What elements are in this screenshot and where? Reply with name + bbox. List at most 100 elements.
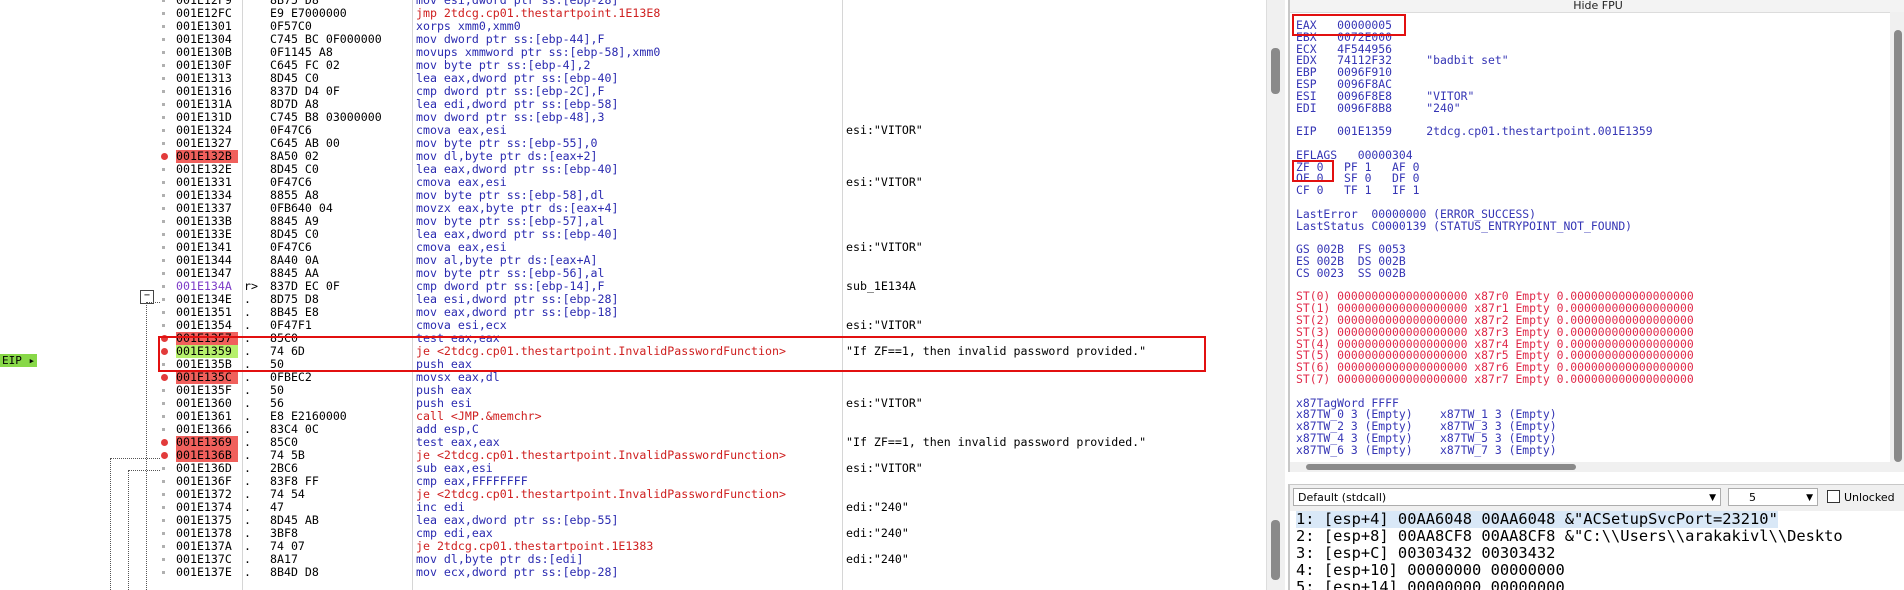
line-marker-icon[interactable] bbox=[162, 12, 165, 15]
line-marker-icon[interactable] bbox=[162, 77, 165, 80]
line-marker-icon[interactable] bbox=[162, 207, 165, 210]
disassembly-pane[interactable]: 001E12F9 8B75 D8 mov esi,dword ptr ss:[ebp… bbox=[0, 0, 1288, 590]
line-marker-icon[interactable] bbox=[162, 402, 165, 405]
instruction-comment[interactable]: edi:"240" bbox=[846, 527, 909, 540]
instruction-address[interactable]: 001E137E bbox=[176, 566, 238, 579]
line-marker-icon[interactable] bbox=[162, 285, 165, 288]
register-line[interactable]: CS 0023 SS 002B bbox=[1296, 267, 1406, 279]
line-marker-icon[interactable] bbox=[162, 25, 165, 28]
line-marker-icon[interactable] bbox=[162, 142, 165, 145]
instruction-text[interactable]: mov ecx,dword ptr ss:[ebp-28] bbox=[416, 566, 618, 579]
instruction-comment[interactable]: esi:"VITOR" bbox=[846, 176, 923, 189]
line-marker-icon[interactable] bbox=[162, 168, 165, 171]
line-marker-icon[interactable] bbox=[162, 415, 165, 418]
line-marker-icon[interactable] bbox=[162, 0, 165, 2]
hide-fpu-button[interactable]: Hide FPU bbox=[1290, 0, 1904, 13]
line-marker-icon[interactable] bbox=[162, 480, 165, 483]
line-marker-icon[interactable] bbox=[162, 64, 165, 67]
instruction-bytes[interactable]: 8B4D D8 bbox=[270, 566, 319, 579]
line-marker-icon[interactable] bbox=[162, 519, 165, 522]
registers-scrollbar-thumb[interactable] bbox=[1894, 30, 1902, 462]
instruction-text[interactable]: je <2tdcg.cp01.thestartpoint.InvalidPass… bbox=[416, 488, 786, 501]
breakpoint-dot-icon[interactable] bbox=[161, 452, 168, 459]
line-marker-icon[interactable] bbox=[162, 311, 165, 314]
stack-argument-line[interactable]: 5: [esp+14] 00000000 00000000 bbox=[1296, 579, 1565, 590]
jump-tree-line-2 bbox=[128, 470, 129, 590]
line-marker-icon[interactable] bbox=[162, 324, 165, 327]
line-marker-icon[interactable] bbox=[162, 259, 165, 262]
breakpoint-dot-icon[interactable] bbox=[161, 153, 168, 160]
line-marker-icon[interactable] bbox=[162, 532, 165, 535]
eip-marker: EIP ▸ bbox=[0, 354, 38, 367]
registers-hscrollbar[interactable] bbox=[1290, 462, 1890, 472]
instruction-comment[interactable]: esi:"VITOR" bbox=[846, 462, 923, 475]
line-marker-icon[interactable] bbox=[162, 116, 165, 119]
chevron-down-icon: ▼ bbox=[1806, 493, 1813, 503]
registers-pane[interactable]: Hide FPU EAX 00000005 EBX 0072E000 ECX 4F5… bbox=[1288, 0, 1904, 472]
instruction-comment[interactable]: edi:"240" bbox=[846, 501, 909, 514]
line-marker-icon[interactable] bbox=[162, 558, 165, 561]
instruction-comment[interactable]: esi:"VITOR" bbox=[846, 241, 923, 254]
register-line[interactable]: CF 0 TF 1 IF 1 bbox=[1296, 184, 1419, 196]
calling-convention-value: Default (stdcall) bbox=[1298, 491, 1387, 504]
registers-hscrollbar-thumb[interactable] bbox=[1306, 464, 1576, 470]
column-separator bbox=[842, 0, 843, 590]
line-marker-icon[interactable] bbox=[162, 506, 165, 509]
register-line[interactable]: ST(7) 0000000000000000000 x87r7 Empty 0.… bbox=[1296, 373, 1694, 385]
line-marker-icon[interactable] bbox=[162, 428, 165, 431]
disassembly-scrollbar[interactable] bbox=[1266, 0, 1285, 590]
instruction-comment[interactable]: "If ZF==1, then invalid password provide… bbox=[846, 436, 1146, 449]
stack-argument-line[interactable]: 2: [esp+8] 00AA8CF8 00AA8CF8 &"C:\\Users… bbox=[1296, 528, 1843, 545]
register-line[interactable]: ST(3) 0000000000000000000 x87r3 Empty 0.… bbox=[1296, 326, 1694, 338]
checkbox-box[interactable] bbox=[1827, 490, 1840, 503]
line-marker-icon[interactable] bbox=[162, 272, 165, 275]
line-marker-icon[interactable] bbox=[162, 571, 165, 574]
line-marker-icon[interactable] bbox=[162, 493, 165, 496]
register-line[interactable]: EIP 001E1359 2tdcg.cp01.thestartpoint.00… bbox=[1296, 125, 1653, 137]
register-line[interactable]: EDI 0096F8B8 "240" bbox=[1296, 102, 1461, 114]
breakpoint-dot-icon[interactable] bbox=[161, 374, 168, 381]
chevron-down-icon: ▼ bbox=[1709, 493, 1716, 503]
scrollbar-thumb-lower[interactable] bbox=[1271, 520, 1280, 580]
stack-argument-line[interactable]: 3: [esp+C] 00303432 00303432 bbox=[1296, 545, 1555, 562]
line-marker-icon[interactable] bbox=[162, 51, 165, 54]
instruction-comment[interactable]: esi:"VITOR" bbox=[846, 319, 923, 332]
fold-tree-connector bbox=[146, 302, 160, 303]
line-marker-icon[interactable] bbox=[162, 298, 165, 301]
register-line[interactable]: ESI 0096F8E8 "VITOR" bbox=[1296, 90, 1474, 102]
line-marker-icon[interactable] bbox=[162, 38, 165, 41]
line-marker-icon[interactable] bbox=[162, 129, 165, 132]
calling-convention-select[interactable]: Default (stdcall) ▼ bbox=[1293, 488, 1721, 506]
line-marker-icon[interactable] bbox=[162, 103, 165, 106]
register-line[interactable]: EFLAGS 00000304 bbox=[1296, 149, 1413, 161]
breakpoint-dot-icon[interactable] bbox=[161, 439, 168, 446]
instruction-comment[interactable]: sub_1E134A bbox=[846, 280, 916, 293]
register-line[interactable]: x87TW_6 3 (Empty) x87TW_7 3 (Empty) bbox=[1296, 444, 1557, 456]
unlocked-checkbox[interactable]: Unlocked bbox=[1827, 490, 1895, 504]
line-marker-icon[interactable] bbox=[162, 194, 165, 197]
instruction-comment[interactable]: esi:"VITOR" bbox=[846, 397, 923, 410]
registers-scrollbar[interactable] bbox=[1890, 12, 1904, 472]
instruction-comment[interactable]: esi:"VITOR" bbox=[846, 124, 923, 137]
highlight-box-zf bbox=[1292, 160, 1334, 182]
argument-count-spinner[interactable]: 5 ▼ bbox=[1728, 488, 1818, 506]
highlight-box-eax bbox=[1292, 14, 1406, 36]
instruction-comment[interactable]: edi:"240" bbox=[846, 553, 909, 566]
stack-argument-line[interactable]: 1: [esp+4] 00AA6048 00AA6048 &"ACSetupSv… bbox=[1296, 511, 1778, 528]
line-marker-icon[interactable] bbox=[162, 90, 165, 93]
line-marker-icon[interactable] bbox=[162, 246, 165, 249]
line-marker-icon[interactable] bbox=[162, 181, 165, 184]
scrollbar-thumb[interactable] bbox=[1271, 48, 1280, 94]
column-separator bbox=[412, 0, 413, 590]
line-marker-icon[interactable] bbox=[162, 545, 165, 548]
line-marker-icon[interactable] bbox=[162, 220, 165, 223]
stack-argument-line[interactable]: 4: [esp+10] 00000000 00000000 bbox=[1296, 562, 1565, 579]
register-line[interactable]: LastError 00000000 (ERROR_SUCCESS) bbox=[1296, 208, 1536, 220]
line-marker-icon[interactable] bbox=[162, 389, 165, 392]
disasm-row[interactable]: 001E137E. 8B4D D8 mov ecx,dword ptr ss:[eb… bbox=[0, 566, 1260, 579]
line-marker-icon[interactable] bbox=[162, 467, 165, 470]
stack-arguments-pane[interactable]: 1: [esp+4] 00AA6048 00AA6048 &"ACSetupSv… bbox=[1288, 511, 1904, 590]
jump-tree-connector-2 bbox=[128, 470, 160, 471]
register-line[interactable]: LastStatus C0000139 (STATUS_ENTRYPOINT_N… bbox=[1296, 220, 1632, 232]
line-marker-icon[interactable] bbox=[162, 233, 165, 236]
